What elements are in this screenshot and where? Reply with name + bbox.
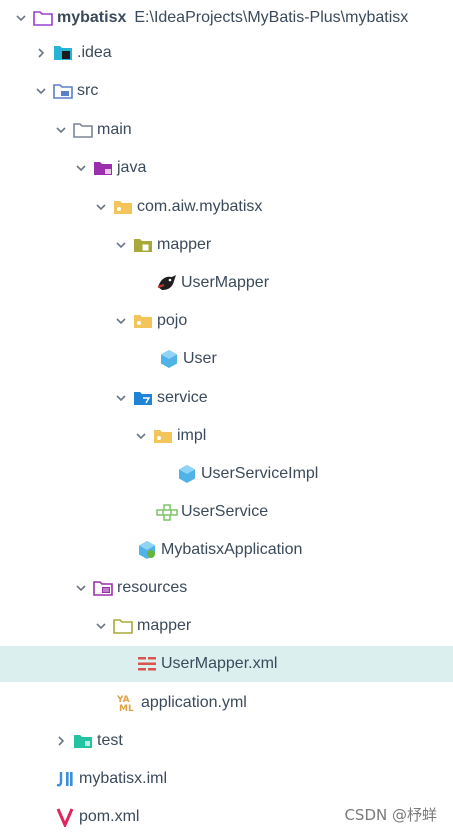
test-folder-icon [72, 730, 94, 752]
class-cube-icon [158, 348, 180, 370]
chevron-down-icon[interactable] [14, 11, 28, 25]
maven-pom-icon [54, 806, 76, 828]
chevron-down-icon[interactable] [94, 200, 108, 214]
spring-boot-class-icon [136, 539, 158, 561]
tree-node-impl[interactable]: impl [0, 418, 453, 454]
chevron-down-icon[interactable] [134, 429, 148, 443]
package-folder-icon [112, 196, 134, 218]
project-name: mybatisx [57, 9, 127, 26]
resources-mapper-label: mapper [137, 617, 192, 634]
impl-label: impl [177, 427, 207, 444]
interface-icon [156, 501, 178, 523]
tree-node-java[interactable]: java [0, 150, 453, 186]
chevron-down-icon[interactable] [114, 391, 128, 405]
application-yml-label: application.yml [141, 694, 247, 711]
folder-icon [112, 615, 134, 637]
user-mapper-xml-label: UserMapper.xml [161, 655, 278, 672]
chevron-right-icon[interactable] [54, 734, 68, 748]
tree-node-resources-mapper[interactable]: mapper [0, 608, 453, 644]
project-path: E:\IdeaProjects\MyBatis-Plus\mybatisx [134, 9, 409, 26]
service-label: service [157, 389, 208, 406]
tree-node-user-service-impl[interactable]: UserServiceImpl [0, 456, 453, 492]
pojo-label: pojo [157, 312, 188, 329]
tree-node-iml[interactable]: mybatisx.iml [0, 761, 453, 797]
watermark: CSDN @杼蛘 [344, 806, 437, 824]
tree-node-user[interactable]: User [0, 341, 453, 377]
service-package-icon [132, 387, 154, 409]
yaml-file-icon: YA ML [116, 692, 138, 714]
tree-node-user-mapper[interactable]: UserMapper [0, 265, 453, 301]
folder-icon [72, 119, 94, 141]
user-service-label: UserService [181, 503, 269, 520]
tree-node-pojo[interactable]: pojo [0, 303, 453, 339]
tree-node-application[interactable]: MybatisxApplication [0, 532, 453, 568]
chevron-down-icon[interactable] [94, 619, 108, 633]
iml-file-icon [54, 768, 76, 790]
source-root-folder-icon [92, 157, 114, 179]
tree-node-main[interactable]: main [0, 112, 453, 148]
chevron-down-icon[interactable] [114, 314, 128, 328]
idea-folder-icon [52, 42, 74, 64]
tree-node-application-yml[interactable]: YA ML application.yml [0, 685, 453, 721]
chevron-down-icon[interactable] [74, 581, 88, 595]
src-label: src [77, 82, 99, 99]
chevron-down-icon[interactable] [34, 84, 48, 98]
resources-folder-icon [92, 577, 114, 599]
tree-node-mapper[interactable]: mapper [0, 227, 453, 263]
xml-file-icon [136, 653, 158, 675]
user-mapper-label: UserMapper [181, 274, 270, 291]
class-cube-icon [176, 463, 198, 485]
src-folder-icon [52, 80, 74, 102]
resources-label: resources [117, 579, 188, 596]
project-tree: mybatisx E:\IdeaProjects\MyBatis-Plus\my… [0, 0, 453, 835]
tree-node-project-root[interactable]: mybatisx E:\IdeaProjects\MyBatis-Plus\my… [0, 0, 453, 36]
main-label: main [97, 121, 132, 138]
application-label: MybatisxApplication [161, 541, 303, 558]
module-folder-icon [32, 7, 54, 29]
test-label: test [97, 732, 123, 749]
tree-node-user-service[interactable]: UserService [0, 494, 453, 530]
tree-node-src[interactable]: src [0, 73, 453, 109]
chevron-down-icon[interactable] [74, 161, 88, 175]
mapper-package-icon [132, 234, 154, 256]
tree-node-user-mapper-xml[interactable]: UserMapper.xml [0, 646, 453, 682]
tree-node-package[interactable]: com.aiw.mybatisx [0, 189, 453, 225]
package-folder-icon [132, 310, 154, 332]
tree-node-test[interactable]: test [0, 723, 453, 759]
package-folder-icon [152, 425, 174, 447]
chevron-right-icon[interactable] [34, 46, 48, 60]
mybatis-bird-icon [156, 272, 178, 294]
user-service-impl-label: UserServiceImpl [201, 465, 319, 482]
user-label: User [183, 350, 217, 367]
java-label: java [117, 159, 147, 176]
tree-node-service[interactable]: service [0, 380, 453, 416]
iml-label: mybatisx.iml [79, 770, 168, 787]
chevron-down-icon[interactable] [114, 238, 128, 252]
chevron-down-icon[interactable] [54, 123, 68, 137]
svg-text:ML: ML [119, 704, 134, 713]
mapper-label: mapper [157, 236, 212, 253]
package-label: com.aiw.mybatisx [137, 198, 263, 215]
idea-label: .idea [77, 44, 112, 61]
tree-node-idea[interactable]: .idea [0, 35, 453, 71]
pom-label: pom.xml [79, 808, 140, 825]
tree-node-resources[interactable]: resources [0, 570, 453, 606]
